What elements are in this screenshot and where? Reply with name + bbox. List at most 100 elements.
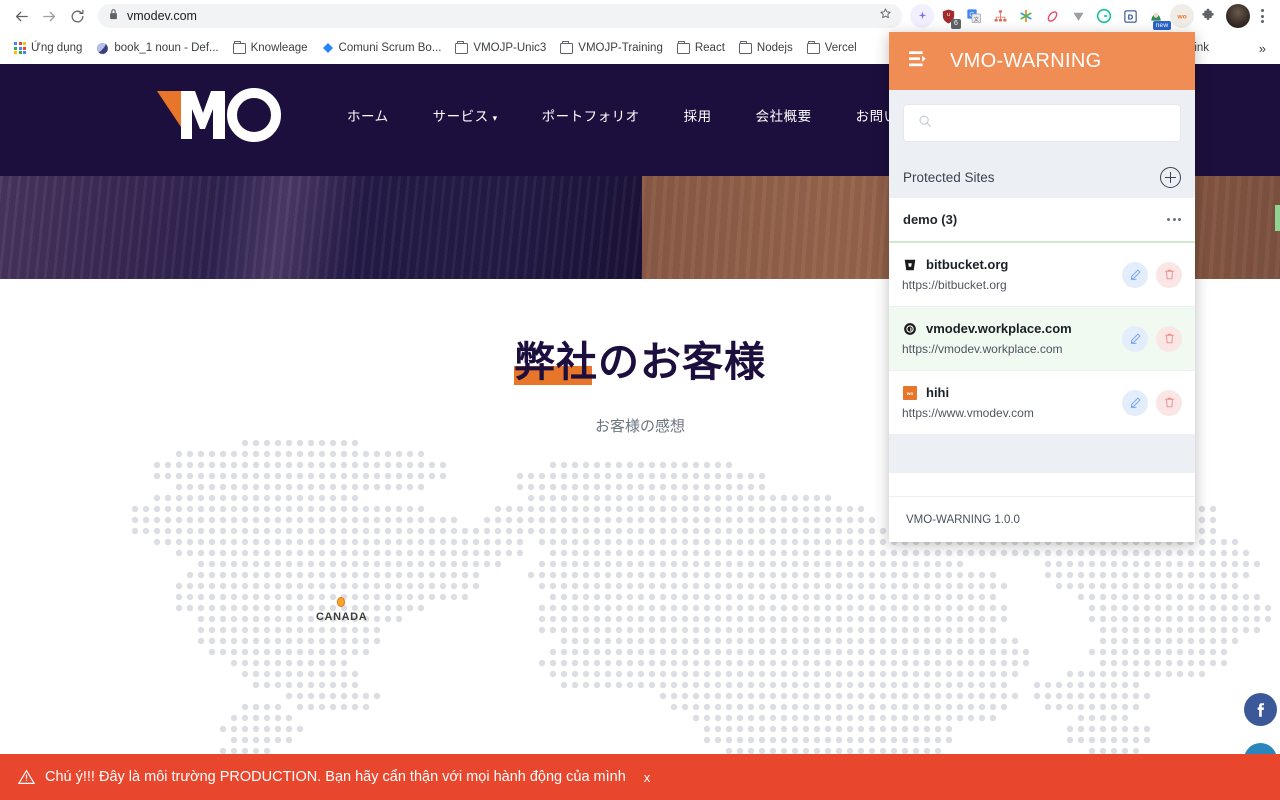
folder-icon bbox=[806, 40, 820, 54]
popup-version-label: VMO-WARNING 1.0.0 bbox=[906, 513, 1020, 526]
group-more-options-button[interactable] bbox=[1167, 212, 1181, 227]
folder-icon bbox=[232, 40, 246, 54]
group-name-label: demo (3) bbox=[903, 212, 958, 227]
address-bar[interactable]: vmodev.com bbox=[98, 4, 902, 28]
popup-list-spacer bbox=[889, 435, 1195, 473]
profile-avatar[interactable] bbox=[1226, 4, 1250, 28]
extension-sparkle-icon[interactable] bbox=[910, 4, 934, 28]
bookmarks-overflow-button[interactable]: » bbox=[1253, 41, 1272, 56]
chevron-down-icon: ▾ bbox=[492, 112, 498, 123]
extension-grammarly-icon[interactable] bbox=[1092, 4, 1116, 28]
vmo-warning-popup: VMO-WARNING Protected Sites demo (3) bit… bbox=[889, 32, 1195, 542]
pencil-icon bbox=[1130, 333, 1140, 344]
group-row-demo[interactable]: demo (3) bbox=[889, 198, 1195, 243]
extension-jenkins-icon[interactable]: new bbox=[1144, 4, 1171, 30]
bookmark-react[interactable]: React bbox=[671, 39, 731, 57]
map-marker-canada[interactable] bbox=[337, 597, 345, 607]
facebook-icon bbox=[1257, 702, 1264, 717]
extension-badge-count: 6 bbox=[951, 19, 961, 29]
svg-text:U: U bbox=[946, 12, 950, 18]
delete-site-button[interactable] bbox=[1156, 325, 1182, 352]
bookmark-nodejs[interactable]: Nodejs bbox=[733, 39, 799, 57]
folder-icon bbox=[676, 40, 690, 54]
edit-site-button[interactable] bbox=[1122, 261, 1148, 288]
search-box[interactable] bbox=[903, 104, 1181, 142]
bookmark-apps-label: Ứng dụng bbox=[31, 42, 83, 54]
vmo-logo[interactable] bbox=[155, 87, 283, 143]
delete-site-button[interactable] bbox=[1156, 261, 1182, 288]
page-title-text: 弊社のお客様 bbox=[514, 339, 766, 385]
page-title: 弊社のお客様 bbox=[514, 328, 766, 388]
hamburger-arrow-icon[interactable] bbox=[908, 50, 930, 73]
extension-d-blue-icon[interactable]: D bbox=[1118, 4, 1142, 28]
bookmark-knowleage[interactable]: Knowleage bbox=[227, 39, 314, 57]
nav-item-company[interactable]: 会社概要 bbox=[734, 99, 834, 131]
folder-icon bbox=[455, 40, 469, 54]
site-url: https://www.vmodev.com bbox=[902, 406, 1034, 420]
bookmark-star-icon[interactable] bbox=[879, 7, 892, 25]
bookmark-vmojp-unic3[interactable]: VMOJP-Unic3 bbox=[449, 39, 552, 57]
nav-item-home-label: ホーム bbox=[347, 108, 389, 124]
bookmark-vmojp-unic3-label: VMOJP-Unic3 bbox=[473, 42, 547, 54]
site-url: https://bitbucket.org bbox=[902, 278, 1007, 292]
bookmark-comuni-scrum[interactable]: Comuni Scrum Bo... bbox=[316, 39, 448, 57]
edit-site-button[interactable] bbox=[1122, 325, 1148, 352]
site-row-title: vmodev.workplace.com bbox=[902, 321, 1114, 336]
browser-toolbar: vmodev.com U 6 G文 bbox=[0, 0, 1280, 32]
bookmark-nodejs-label: Nodejs bbox=[756, 42, 793, 54]
warning-banner-text: Chú ý!!! Đây là môi trường PRODUCTION. B… bbox=[45, 769, 626, 785]
extensions-puzzle-menu-icon[interactable] bbox=[1196, 4, 1220, 28]
chrome-menu-button[interactable] bbox=[1252, 4, 1272, 28]
popup-search-area bbox=[889, 90, 1195, 156]
bookmark-knowleage-label: Knowleage bbox=[250, 42, 308, 54]
extension-google-translate-icon[interactable]: G文 bbox=[962, 4, 986, 28]
warning-banner-close-button[interactable]: x bbox=[644, 770, 651, 785]
nav-item-home[interactable]: ホーム bbox=[325, 99, 411, 131]
extension-vmo-warning-icon[interactable]: wo bbox=[1170, 4, 1194, 28]
arrow-left-icon bbox=[15, 11, 28, 21]
search-icon bbox=[918, 114, 932, 133]
extension-sitemap-icon[interactable] bbox=[988, 4, 1012, 28]
site-row-hihi[interactable]: wo hihi https://www.vmodev.com bbox=[889, 371, 1195, 435]
site-row-title: wo hihi bbox=[902, 385, 1114, 400]
bookmark-vercel[interactable]: Vercel bbox=[801, 39, 863, 57]
site-row-content: bitbucket.org https://bitbucket.org bbox=[902, 257, 1114, 292]
reload-button[interactable] bbox=[64, 3, 90, 29]
delete-site-button[interactable] bbox=[1156, 389, 1182, 416]
back-button[interactable] bbox=[8, 3, 34, 29]
bookmark-book1noun[interactable]: book_1 noun - Def... bbox=[90, 39, 224, 58]
site-row-title: bitbucket.org bbox=[902, 257, 1114, 272]
bookmark-apps[interactable]: Ứng dụng bbox=[8, 39, 88, 57]
protected-sites-list: bitbucket.org https://bitbucket.org vmod… bbox=[889, 243, 1195, 496]
site-row-content: vmodev.workplace.com https://vmodev.work… bbox=[902, 321, 1114, 356]
edit-site-button[interactable] bbox=[1122, 389, 1148, 416]
diamond-icon bbox=[322, 43, 333, 53]
trash-icon bbox=[1164, 333, 1174, 344]
forward-button[interactable] bbox=[36, 3, 62, 29]
bookmark-vmojp-training-label: VMOJP-Training bbox=[578, 42, 663, 54]
protected-sites-label: Protected Sites bbox=[903, 169, 995, 185]
add-site-button[interactable] bbox=[1160, 166, 1181, 188]
extension-link-pink-icon[interactable] bbox=[1040, 4, 1064, 28]
site-url: https://vmodev.workplace.com bbox=[902, 342, 1063, 356]
site-nav-links: ホーム サービス ▾ ポートフォリオ 採用 会社概要 お問い合 bbox=[325, 99, 934, 131]
site-row-bitbucket[interactable]: bitbucket.org https://bitbucket.org bbox=[889, 243, 1195, 307]
globe-icon bbox=[97, 42, 109, 54]
folder-icon bbox=[560, 40, 574, 54]
bookmark-react-label: React bbox=[694, 42, 725, 54]
extension-asterisk-icon[interactable] bbox=[1014, 4, 1038, 28]
bookmark-vmojp-training[interactable]: VMOJP-Training bbox=[554, 39, 669, 57]
extension-v-grey-icon[interactable] bbox=[1066, 4, 1090, 28]
nav-item-recruit[interactable]: 採用 bbox=[662, 99, 734, 131]
social-facebook-button[interactable] bbox=[1244, 693, 1277, 726]
site-row-vmodev-workplace[interactable]: vmodev.workplace.com https://vmodev.work… bbox=[889, 307, 1195, 371]
lock-icon bbox=[108, 7, 119, 25]
bookmark-comuni-scrum-label: Comuni Scrum Bo... bbox=[338, 42, 442, 54]
nav-item-portfolio[interactable]: ポートフォリオ bbox=[520, 99, 662, 131]
extension-shield-red-icon[interactable]: U 6 bbox=[936, 4, 961, 29]
search-input[interactable] bbox=[942, 116, 1166, 130]
svg-text:D: D bbox=[1127, 12, 1133, 21]
site-name: bitbucket.org bbox=[926, 257, 1009, 272]
nav-item-services[interactable]: サービス ▾ bbox=[411, 99, 520, 131]
site-row-actions bbox=[1122, 389, 1182, 416]
